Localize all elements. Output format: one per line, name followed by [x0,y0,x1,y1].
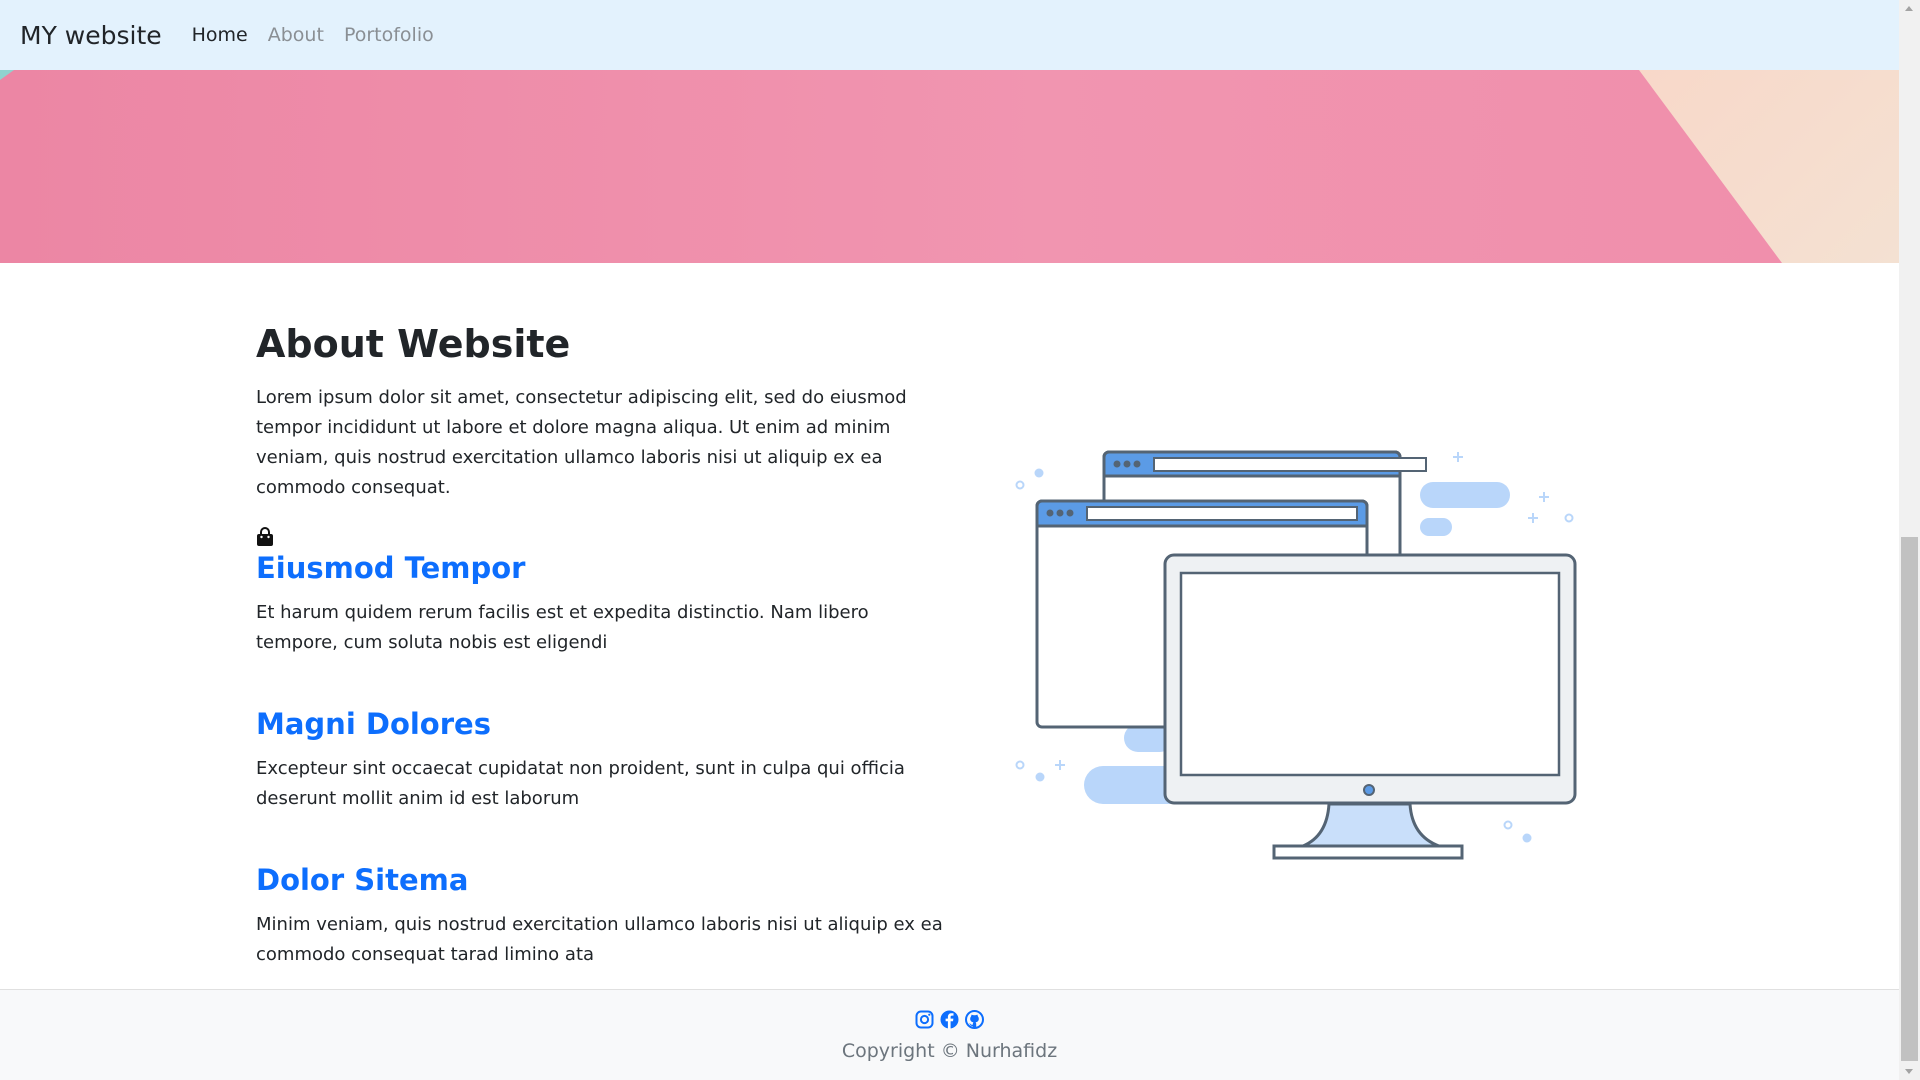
feature-title-dolor-sitema: Dolor Sitema [256,863,469,897]
nav-link-portofolio[interactable]: Portofolio [344,24,434,46]
feature-title-magni-dolores: Magni Dolores [256,707,491,741]
feature-text-eiusmod-tempor: Et harum quidem rerum facilis est et exp… [256,602,869,653]
feature-text-dolor-sitema: Minim veniam, quis nostrud exercitation … [256,914,943,965]
feature-text-magni-dolores: Excepteur sint occaecat cupidatat non pr… [256,758,905,809]
github-icon[interactable] [965,1010,984,1029]
navbar: MY website Home About Portofolio [0,0,1899,70]
feature-title-eiusmod-tempor: Eiusmod Tempor [256,551,526,585]
hero-peach-shape [1639,70,1899,263]
about-text: Lorem ipsum dolor sit amet, consectetur … [256,387,907,498]
computer-illustration [1015,450,1577,860]
navbar-brand[interactable]: MY website [20,21,162,50]
social-links [0,1010,1899,1029]
scrollbar-thumb[interactable] [1901,537,1918,1061]
nav-link-home[interactable]: Home [192,24,248,46]
instagram-icon[interactable] [915,1010,934,1029]
scroll-down-arrow-icon[interactable] [1905,1069,1913,1074]
about-title: About Website [256,322,571,366]
footer: Copyright © Nurhafidz [0,989,1899,1080]
scroll-up-arrow-icon[interactable] [1905,6,1913,11]
hero-corner-accent [0,70,14,80]
hero-banner [0,70,1899,263]
page-scrollbar[interactable] [1899,0,1920,1080]
nav-link-about[interactable]: About [268,24,324,46]
copyright-text: Copyright © Nurhafidz [841,1040,1058,1062]
facebook-icon[interactable] [940,1010,959,1029]
shopping-bag-icon [257,527,273,546]
